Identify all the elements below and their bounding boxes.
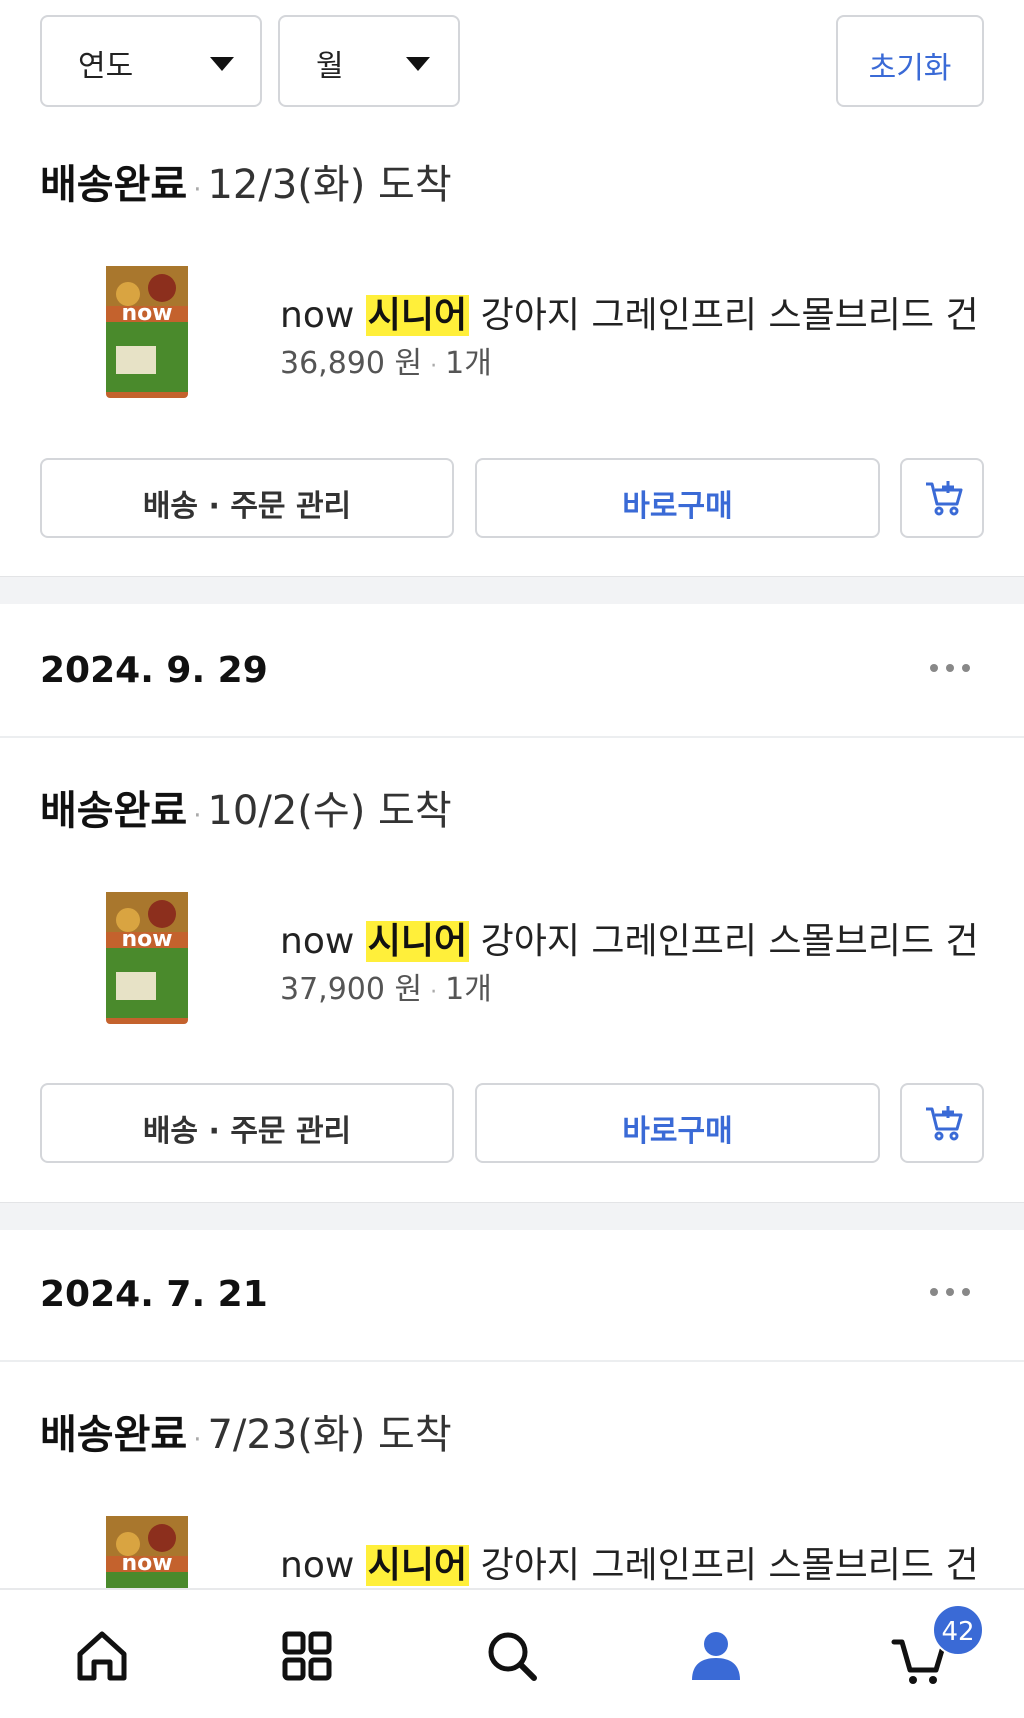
product-thumbnail[interactable]: now: [102, 888, 192, 1028]
arrival-date: 12/3(화) 도착: [207, 162, 452, 208]
search-highlight: 시니어: [365, 295, 470, 336]
product-title-text: 강아지 그레인프리 스몰브리드 건...: [480, 921, 980, 962]
buy-now-label: 바로구매: [622, 489, 733, 524]
manage-order-button[interactable]: 배송 · 주문 관리: [40, 458, 454, 538]
delivery-status-line: 배송완료 · 12/3(화) 도착: [40, 152, 452, 210]
delivery-status-line: 배송완료 · 7/23(화) 도착: [40, 1402, 452, 1460]
reset-button[interactable]: 초기화: [836, 15, 984, 107]
cart-count-badge: 42: [932, 1604, 984, 1656]
search-highlight: 시니어: [365, 921, 470, 962]
svg-text:now: now: [121, 1551, 172, 1576]
month-select-label: 월: [316, 49, 344, 84]
product-quantity: 1개: [445, 346, 492, 381]
buy-now-button[interactable]: 바로구매: [475, 458, 880, 538]
separator-dot: ·: [193, 1425, 202, 1455]
separator-dot: ·: [430, 354, 438, 379]
product-title[interactable]: now 시니어 강아지 그레인프리 스몰브리드 건...: [280, 1536, 980, 1588]
delivery-status: 배송완료: [40, 1412, 188, 1458]
more-options-icon[interactable]: [928, 1286, 972, 1298]
reset-button-label: 초기화: [868, 51, 952, 86]
product-meta: 36,890 원 · 1개: [280, 338, 492, 382]
product-brand: now: [280, 921, 355, 962]
svg-text:now: now: [121, 927, 172, 952]
add-to-cart-button[interactable]: [900, 458, 984, 538]
product-title[interactable]: now 시니어 강아지 그레인프리 스몰브리드 건...: [280, 286, 980, 338]
search-icon[interactable]: [472, 1616, 552, 1696]
home-icon[interactable]: [62, 1616, 142, 1696]
delivery-status-line: 배송완료 · 10/2(수) 도착: [40, 778, 452, 836]
more-options-icon[interactable]: [928, 662, 972, 674]
chevron-down-icon: [210, 57, 234, 71]
product-brand: now: [280, 295, 355, 336]
add-to-cart-icon: [926, 481, 963, 516]
buy-now-button[interactable]: 바로구매: [475, 1083, 880, 1163]
product-title-text: 강아지 그레인프리 스몰브리드 건...: [480, 1545, 980, 1586]
svg-text:now: now: [121, 301, 172, 326]
divider: [0, 736, 1024, 738]
manage-order-label: 배송 · 주문 관리: [142, 489, 352, 524]
section-gap: [0, 576, 1024, 604]
order-date: 2024. 7. 21: [40, 1274, 268, 1315]
chevron-down-icon: [406, 57, 430, 71]
year-select-label: 연도: [78, 49, 134, 84]
product-title-text: 강아지 그레인프리 스몰브리드 건...: [480, 295, 980, 336]
product-meta: 37,900 원 · 1개: [280, 964, 492, 1008]
separator-dot: ·: [193, 801, 202, 831]
user-icon[interactable]: [676, 1616, 756, 1696]
order-date: 2024. 9. 29: [40, 650, 268, 691]
search-highlight: 시니어: [365, 1545, 470, 1586]
add-to-cart-icon: [926, 1106, 963, 1141]
product-price: 36,890 원: [280, 346, 423, 381]
delivery-status: 배송완료: [40, 162, 188, 208]
delivery-status: 배송완료: [40, 788, 188, 834]
product-price: 37,900 원: [280, 972, 423, 1007]
add-to-cart-button[interactable]: [900, 1083, 984, 1163]
manage-order-button[interactable]: 배송 · 주문 관리: [40, 1083, 454, 1163]
product-brand: now: [280, 1545, 355, 1586]
arrival-date: 7/23(화) 도착: [207, 1412, 452, 1458]
product-title[interactable]: now 시니어 강아지 그레인프리 스몰브리드 건...: [280, 912, 980, 964]
product-quantity: 1개: [445, 972, 492, 1007]
category-grid-icon[interactable]: [267, 1616, 347, 1696]
bottom-navigation: [0, 1588, 1024, 1718]
separator-dot: ·: [193, 175, 202, 205]
separator-dot: ·: [430, 980, 438, 1005]
buy-now-label: 바로구매: [622, 1114, 733, 1149]
divider: [0, 1360, 1024, 1362]
section-gap: [0, 1202, 1024, 1230]
manage-order-label: 배송 · 주문 관리: [142, 1114, 352, 1149]
year-select[interactable]: 연도: [40, 15, 262, 107]
filter-bar: 연도 월 초기화: [0, 0, 1024, 120]
product-thumbnail[interactable]: now: [102, 262, 192, 402]
arrival-date: 10/2(수) 도착: [207, 788, 452, 834]
month-select[interactable]: 월: [278, 15, 460, 107]
